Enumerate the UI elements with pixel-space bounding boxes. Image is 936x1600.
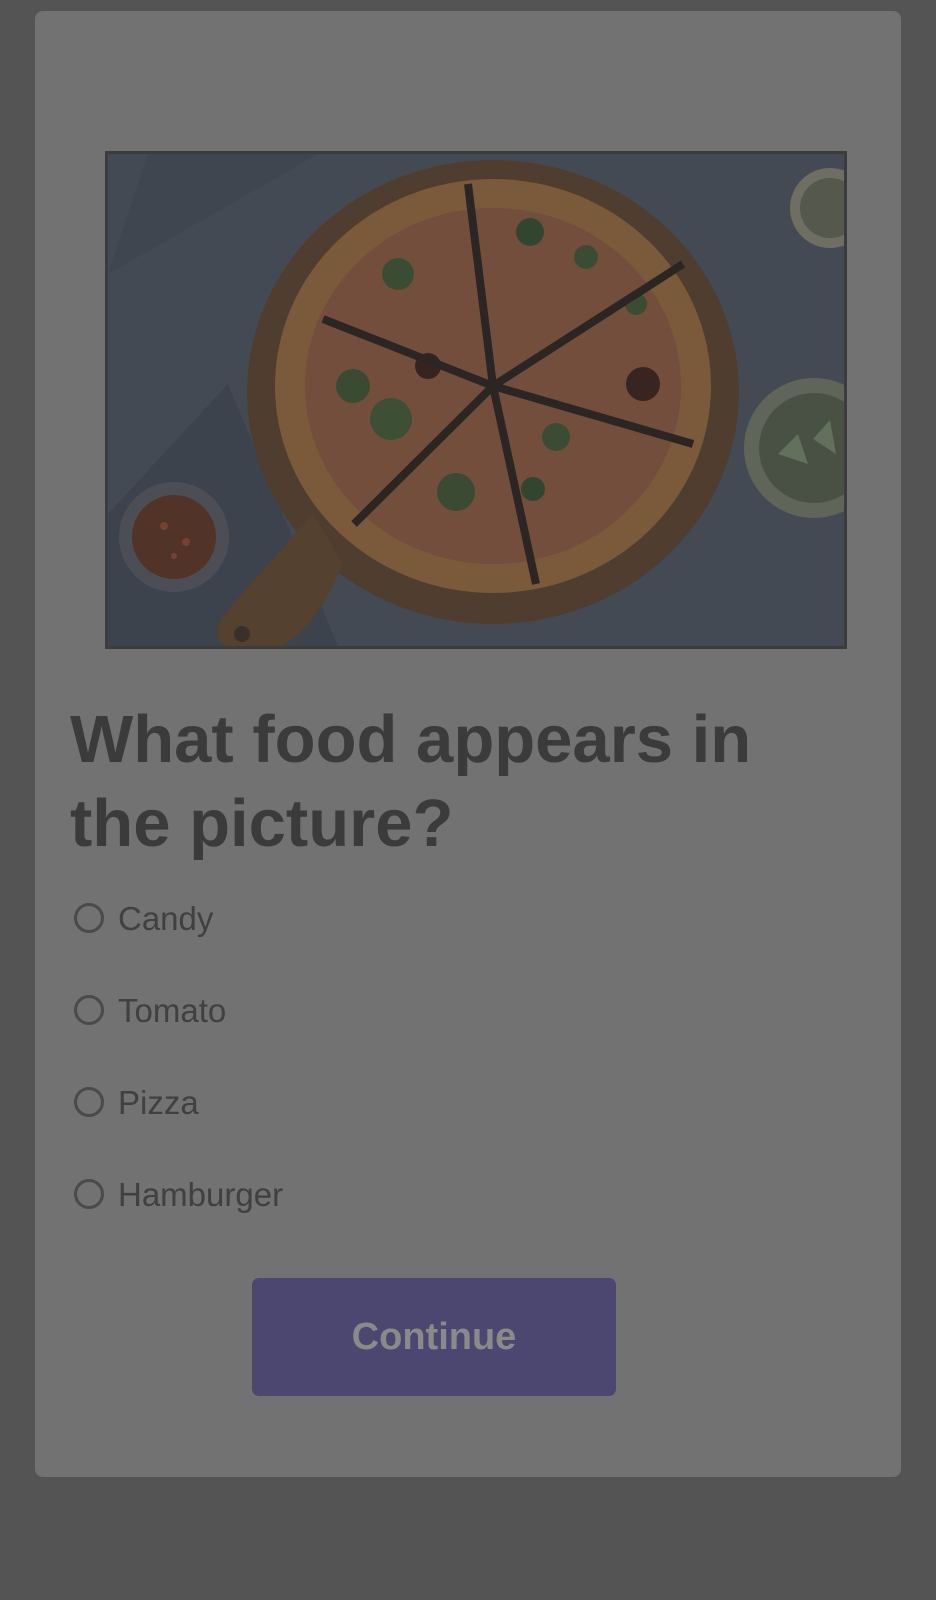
radio-circle-icon[interactable] [74,903,104,933]
radio-circle-icon[interactable] [74,995,104,1025]
option-tomato[interactable]: Tomato [74,992,814,1084]
option-label: Tomato [118,992,227,1029]
pizza-photo [108,154,844,646]
option-label: Pizza [118,1084,199,1121]
option-candy[interactable]: Candy [74,900,814,992]
option-hamburger[interactable]: Hamburger [74,1176,814,1268]
quiz-image [105,151,847,649]
option-pizza[interactable]: Pizza [74,1084,814,1176]
radio-circle-icon[interactable] [74,1087,104,1117]
option-label: Hamburger [118,1176,284,1213]
answer-options: Candy Tomato Pizza Hamburger [74,900,814,1268]
radio-circle-icon[interactable] [74,1179,104,1209]
continue-button[interactable]: Continue [252,1278,616,1396]
quiz-question: What food appears in the picture? [70,702,752,861]
option-label: Candy [118,900,214,937]
